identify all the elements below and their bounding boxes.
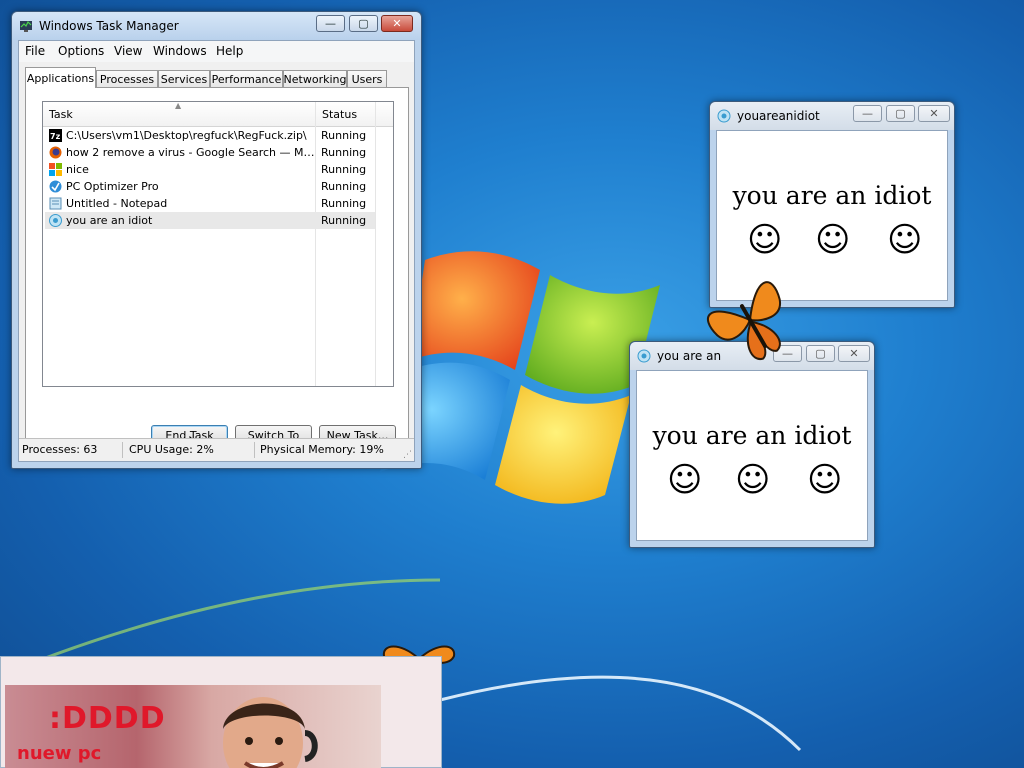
maximize-button[interactable]: ▢ <box>886 105 915 122</box>
table-row[interactable]: 7z C:\Users\vm1\Desktop\regfuck\RegFuck.… <box>45 127 375 144</box>
table-row[interactable]: PC Optimizer Pro Running <box>45 178 375 195</box>
idiot-window-content: you are an idiot ☺ ☺ ☺ <box>636 370 868 541</box>
resize-grip-icon[interactable]: ⋰ <box>403 450 412 460</box>
row-task: PC Optimizer Pro <box>66 180 159 193</box>
tab-processes[interactable]: Processes <box>96 70 158 87</box>
row-status: Running <box>321 163 367 176</box>
row-task: how 2 remove a virus - Google Search — M… <box>66 146 316 159</box>
tab-services[interactable]: Services <box>158 70 210 87</box>
app-icon <box>49 163 62 176</box>
row-status: Running <box>321 146 367 159</box>
logo-yellow-pane <box>495 385 631 504</box>
idiot-message: you are an idiot <box>652 421 852 450</box>
maximize-button[interactable]: ▢ <box>349 15 378 32</box>
column-header-task[interactable]: Task ▲ <box>43 102 315 126</box>
idiot-icon <box>49 214 62 227</box>
desktop: Windows Task Manager — ▢ ✕ File Options … <box>0 0 1024 768</box>
task-list-header: Task ▲ Status <box>43 102 393 127</box>
svg-text:7z: 7z <box>50 132 61 141</box>
maximize-button[interactable]: ▢ <box>806 345 835 362</box>
tab-networking[interactable]: Networking <box>283 70 347 87</box>
smiley-icon: ☺ <box>667 460 703 500</box>
status-divider <box>122 442 123 458</box>
row-task: nice <box>66 163 89 176</box>
menu-view[interactable]: View <box>114 44 142 58</box>
column-status-label: Status <box>322 107 358 121</box>
task-manager-title: Windows Task Manager <box>39 19 179 33</box>
popup-ad-window[interactable]: :DDDD nuew pc <box>0 656 442 768</box>
tab-users[interactable]: Users <box>347 70 387 87</box>
logo-red-pane <box>410 251 540 370</box>
row-task: Untitled - Notepad <box>66 197 168 210</box>
man-with-headset-photo <box>223 697 318 768</box>
row-status: Running <box>321 197 367 210</box>
minimize-button[interactable]: — <box>853 105 882 122</box>
tab-applications[interactable]: Applications <box>25 67 96 88</box>
table-row[interactable]: how 2 remove a virus - Google Search — M… <box>45 144 375 161</box>
table-row[interactable]: nice Running <box>45 161 375 178</box>
applications-panel: Task ▲ Status 7z C:\Users\vm1\Desktop\re… <box>25 87 409 456</box>
menu-file[interactable]: File <box>25 44 45 58</box>
minimize-icon: — <box>325 17 336 30</box>
menu-windows[interactable]: Windows <box>153 44 207 58</box>
idiot-window-icon <box>717 109 731 123</box>
status-cpu: CPU Usage: 2% <box>129 443 214 456</box>
minimize-icon: — <box>862 107 873 120</box>
column-divider <box>375 102 376 386</box>
close-button[interactable]: ✕ <box>918 105 950 122</box>
menu-options[interactable]: Options <box>58 44 104 58</box>
row-status: Running <box>321 180 367 193</box>
notepad-icon <box>49 197 62 210</box>
butterfly-icon <box>707 281 781 360</box>
column-header-status[interactable]: Status <box>315 102 375 126</box>
idiot-message: you are an idiot <box>732 181 932 210</box>
task-manager-titlebar[interactable]: Windows Task Manager — ▢ ✕ <box>12 12 421 40</box>
close-icon: ✕ <box>392 17 402 30</box>
table-row[interactable]: Untitled - Notepad Running <box>45 195 375 212</box>
smiley-icon: ☺ <box>735 460 771 500</box>
ad-text: :DDDD <box>49 701 166 736</box>
status-bar: Processes: 63 CPU Usage: 2% Physical Mem… <box>19 438 414 461</box>
row-task: you are an idiot <box>66 214 153 227</box>
close-button[interactable]: ✕ <box>838 345 870 362</box>
row-task: C:\Users\vm1\Desktop\regfuck\RegFuck.zip… <box>66 129 307 142</box>
tab-performance[interactable]: Performance <box>210 70 283 87</box>
row-status: Running <box>321 129 367 142</box>
close-icon: ✕ <box>849 347 859 360</box>
7zip-icon: 7z <box>49 129 62 142</box>
column-task-label: Task <box>49 107 73 121</box>
sort-ascending-icon: ▲ <box>175 101 182 110</box>
close-button[interactable]: ✕ <box>381 15 413 32</box>
task-manager-client: File Options View Windows Help Applicati… <box>18 40 415 462</box>
maximize-icon: ▢ <box>358 17 369 30</box>
pc-optimizer-icon <box>49 180 62 193</box>
menu-bar: File Options View Windows Help <box>19 41 414 62</box>
smiley-icon: ☺ <box>815 220 851 260</box>
close-icon: ✕ <box>929 107 939 120</box>
row-status: Running <box>321 214 367 227</box>
menu-help[interactable]: Help <box>216 44 243 58</box>
table-row-selected[interactable]: you are an idiot Running <box>45 212 375 229</box>
minimize-button[interactable]: — <box>316 15 345 32</box>
status-divider <box>254 442 255 458</box>
idiot-window-title: youareanidiot <box>737 109 820 123</box>
smiley-icon: ☺ <box>747 220 783 260</box>
firefox-icon <box>49 146 62 159</box>
smiley-icon: ☺ <box>807 460 843 500</box>
maximize-icon: ▢ <box>895 107 906 120</box>
ad-image: :DDDD nuew pc <box>5 685 381 768</box>
idiot-window-icon <box>637 349 651 363</box>
smiley-icon: ☺ <box>887 220 923 260</box>
task-list[interactable]: Task ▲ Status 7z C:\Users\vm1\Desktop\re… <box>42 101 394 387</box>
maximize-icon: ▢ <box>815 347 826 360</box>
status-memory: Physical Memory: 19% <box>260 443 384 456</box>
status-processes: Processes: 63 <box>22 443 98 456</box>
task-manager-window[interactable]: Windows Task Manager — ▢ ✕ File Options … <box>11 11 422 469</box>
idiot-window-titlebar[interactable]: youareanidiot — ▢ ✕ <box>710 102 954 130</box>
ad-subtext: nuew pc <box>17 743 102 764</box>
task-manager-icon <box>20 20 32 32</box>
